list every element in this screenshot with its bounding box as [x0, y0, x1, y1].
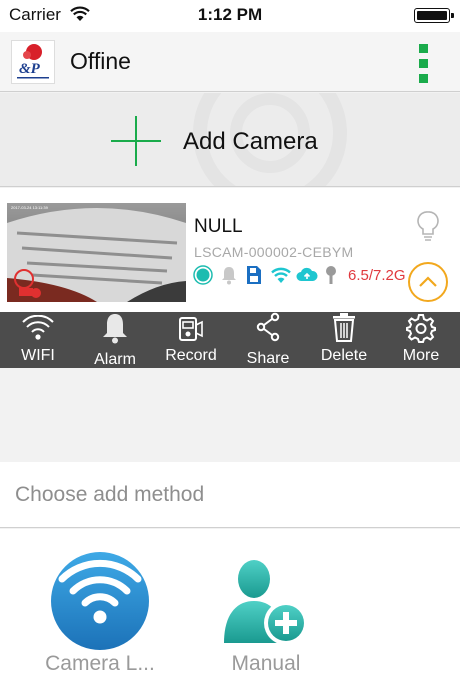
- add-camera-button[interactable]: Add Camera: [0, 93, 460, 187]
- sd-card-icon: [247, 266, 261, 284]
- alarm-label: Alarm: [94, 351, 136, 368]
- sensor-icon: [326, 266, 336, 284]
- wifi-button[interactable]: WIFI: [0, 312, 76, 368]
- online-dot-icon: [193, 265, 213, 285]
- record-button[interactable]: Record: [153, 312, 229, 368]
- camera-toolbar: WIFI Alarm Record Share Delete More: [0, 312, 460, 368]
- more-button[interactable]: More: [383, 312, 459, 368]
- chevron-up-icon: [419, 276, 437, 287]
- gear-icon: [406, 314, 436, 343]
- camera-lan-option[interactable]: Camera L...: [20, 529, 180, 690]
- clock: 1:12 PM: [197, 5, 263, 24]
- storage-usage: 6.5/7.2G: [348, 267, 406, 284]
- wifi-circle-icon: [51, 552, 149, 650]
- more-vertical-icon[interactable]: [412, 44, 436, 84]
- camera-thumbnail[interactable]: 2017-03-24 13:11:39: [7, 203, 186, 302]
- manual-label: Manual: [231, 652, 301, 675]
- delete-button[interactable]: Delete: [306, 312, 382, 368]
- lightbulb-icon[interactable]: [416, 210, 440, 242]
- wifi-icon: [22, 315, 54, 340]
- add-method-title: Choose add method: [15, 483, 205, 506]
- manual-option[interactable]: Manual: [186, 529, 346, 690]
- bell-icon: [222, 267, 236, 285]
- plus-icon: [111, 116, 161, 166]
- record-label: Record: [165, 347, 217, 364]
- camera-name: NULL: [194, 216, 243, 237]
- more-label: More: [402, 347, 440, 364]
- add-method-sheet-header: Choose add method: [0, 462, 460, 528]
- bell-icon: [103, 314, 127, 344]
- svg-text:2017-03-24 13:11:39: 2017-03-24 13:11:39: [11, 205, 49, 210]
- battery-icon: [414, 8, 454, 23]
- svg-text:&P: &P: [19, 61, 41, 77]
- record-icon: [179, 317, 203, 341]
- cloud-icon: [296, 267, 318, 281]
- camera-uid: LSCAM-000002-CEBYM: [194, 244, 354, 260]
- add-method-options: Camera L... Manual: [0, 529, 460, 690]
- add-camera-label: Add Camera: [183, 128, 318, 155]
- camera-lan-label: Camera L...: [45, 652, 155, 675]
- share-button[interactable]: Share: [230, 312, 306, 368]
- add-user-icon: [224, 560, 308, 645]
- collapse-button[interactable]: [408, 262, 448, 302]
- trash-icon: [333, 313, 355, 342]
- status-bar: Carrier 1:12 PM: [0, 0, 460, 32]
- delete-label: Delete: [320, 347, 368, 364]
- wifi-icon: [271, 267, 291, 283]
- app-header: &P Offine: [0, 32, 460, 92]
- wifi-label: WIFI: [21, 347, 55, 364]
- connection-status-title: Offine: [70, 48, 131, 74]
- alarm-button[interactable]: Alarm: [77, 312, 153, 368]
- share-label: Share: [246, 350, 290, 367]
- camera-card[interactable]: 2017-03-24 13:11:39 NULL LSCAM-000002-CE…: [0, 188, 460, 312]
- app-logo: &P: [11, 40, 55, 84]
- share-icon: [256, 312, 280, 342]
